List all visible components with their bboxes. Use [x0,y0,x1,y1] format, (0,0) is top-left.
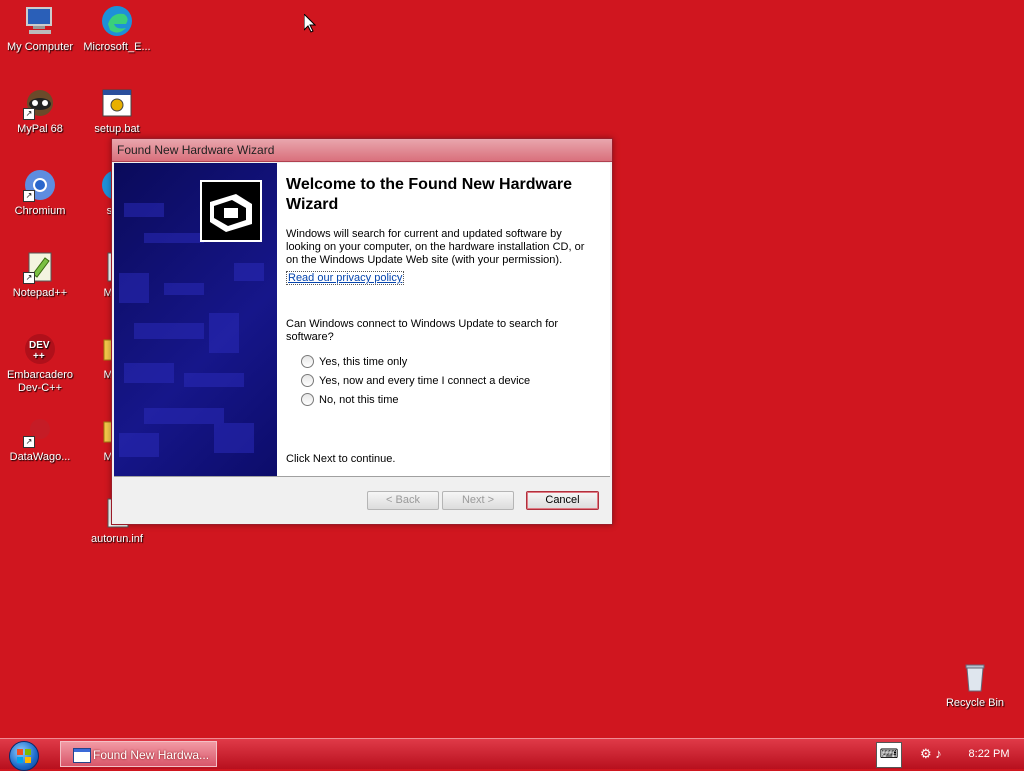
desktop-icon-label: Embarcadero Dev-C++ [6,369,74,394]
desktop-icon-my-computer[interactable]: My Computer [0,4,80,54]
cancel-button[interactable]: Cancel [526,491,599,510]
desktop-icon-chromium[interactable]: ↗ Chromium [0,168,80,218]
desktop-icon-label: setup.bat [94,123,140,135]
desktop-icon-microsoft-edge[interactable]: Microsoft_E... [77,4,157,54]
svg-text:++: ++ [33,351,45,362]
desktop-icon-label: My Computer [6,41,74,53]
desktop-icon-notepad-plus-plus[interactable]: ↗ Notepad++ [0,250,80,300]
option-label: Yes, this time only [319,355,408,368]
notepad-plus-plus-icon: ↗ [23,250,57,284]
window-title[interactable]: Found New Hardware Wizard [112,139,612,162]
desktop-icon-label: autorun.inf [91,533,143,545]
wizard-content: Welcome to the Found New Hardware Wizard… [286,163,604,476]
desktop-icon-label: Recycle Bin [945,697,1005,709]
desktop-icon-recycle-bin[interactable]: Recycle Bin [935,660,1015,710]
option-yes-every-time[interactable]: Yes, now and every time I connect a devi… [301,374,530,387]
wizard-heading: Welcome to the Found New Hardware Wizard [286,176,572,213]
found-new-hardware-wizard-window[interactable]: Found New Hardware Wizard Welcome to the… [111,138,613,525]
taskbar-button-label: Found New Hardwa... [93,748,210,762]
mypal-raccoon-icon: ↗ [23,86,57,120]
option-yes-this-time[interactable]: Yes, this time only [301,355,407,368]
wizard-description: Windows will search for current and upda… [286,228,585,266]
privacy-policy-link[interactable]: Read our privacy policy [286,271,405,285]
taskbar: Found New Hardwa... ⌨ ⚙ ♪ 8:22 PM [0,738,1024,771]
mouse-pointer-icon [303,12,317,38]
datawagon-icon: ↗ [23,414,57,448]
next-button[interactable]: Next > [442,491,514,510]
keyboard-icon[interactable]: ⌨ [876,742,902,768]
window-icon [73,748,91,763]
edge-icon [100,4,134,38]
shortcut-arrow-icon: ↗ [23,108,35,120]
network-icon[interactable]: ⚙ [920,746,932,761]
option-label: Yes, now and every time I connect a devi… [319,374,531,387]
computer-icon [23,4,57,38]
wizard-side-banner [114,163,277,476]
shortcut-arrow-icon: ↗ [23,190,35,202]
desktop-icon-label: DataWago... [9,451,71,463]
desktop-icon-label: Notepad++ [12,287,68,299]
desktop-icon-label: MyPal 68 [17,123,63,135]
radio-button[interactable] [301,355,314,368]
hardware-wizard-icon [200,180,262,242]
button-separator [114,476,610,477]
start-button[interactable] [9,741,39,771]
radio-button[interactable] [301,374,314,387]
batch-file-icon [100,86,134,120]
chromium-icon: ↗ [23,168,57,202]
continue-instruction: Click Next to continue. [286,453,396,465]
clock[interactable]: 8:22 PM [964,739,1014,769]
windows-logo-icon [17,749,31,763]
option-label: No, not this time [319,393,399,406]
option-no-not-this-time[interactable]: No, not this time [301,393,398,406]
wizard-body: Welcome to the Found New Hardware Wizard… [114,163,610,476]
svg-text:DEV: DEV [29,340,50,351]
desktop-icon-setup-bat[interactable]: setup.bat [77,86,157,136]
desktop-icon-datawagon[interactable]: ↗ DataWago... [0,414,80,464]
system-tray: ⚙ ♪ [920,746,942,762]
taskbar-button-found-new-hardware[interactable]: Found New Hardwa... [60,741,217,767]
shortcut-arrow-icon: ↗ [23,272,35,284]
desktop-icon-label: Chromium [14,205,66,217]
back-button[interactable]: < Back [367,491,439,510]
update-question: Can Windows connect to Windows Update to… [286,318,559,343]
desktop-icon-label: Microsoft_E... [83,41,151,53]
volume-icon[interactable]: ♪ [935,746,942,761]
desktop-icon-mypal[interactable]: ↗ MyPal 68 [0,86,80,136]
desktop: My Computer Microsoft_E... ↗ MyPal 68 se… [0,0,1024,738]
dev-cpp-icon: DEV ++ [23,332,57,366]
desktop-icon-dev-cpp[interactable]: DEV ++ Embarcadero Dev-C++ [0,332,80,395]
recycle-bin-icon [958,660,992,694]
shortcut-arrow-icon: ↗ [23,436,35,448]
radio-button[interactable] [301,393,314,406]
